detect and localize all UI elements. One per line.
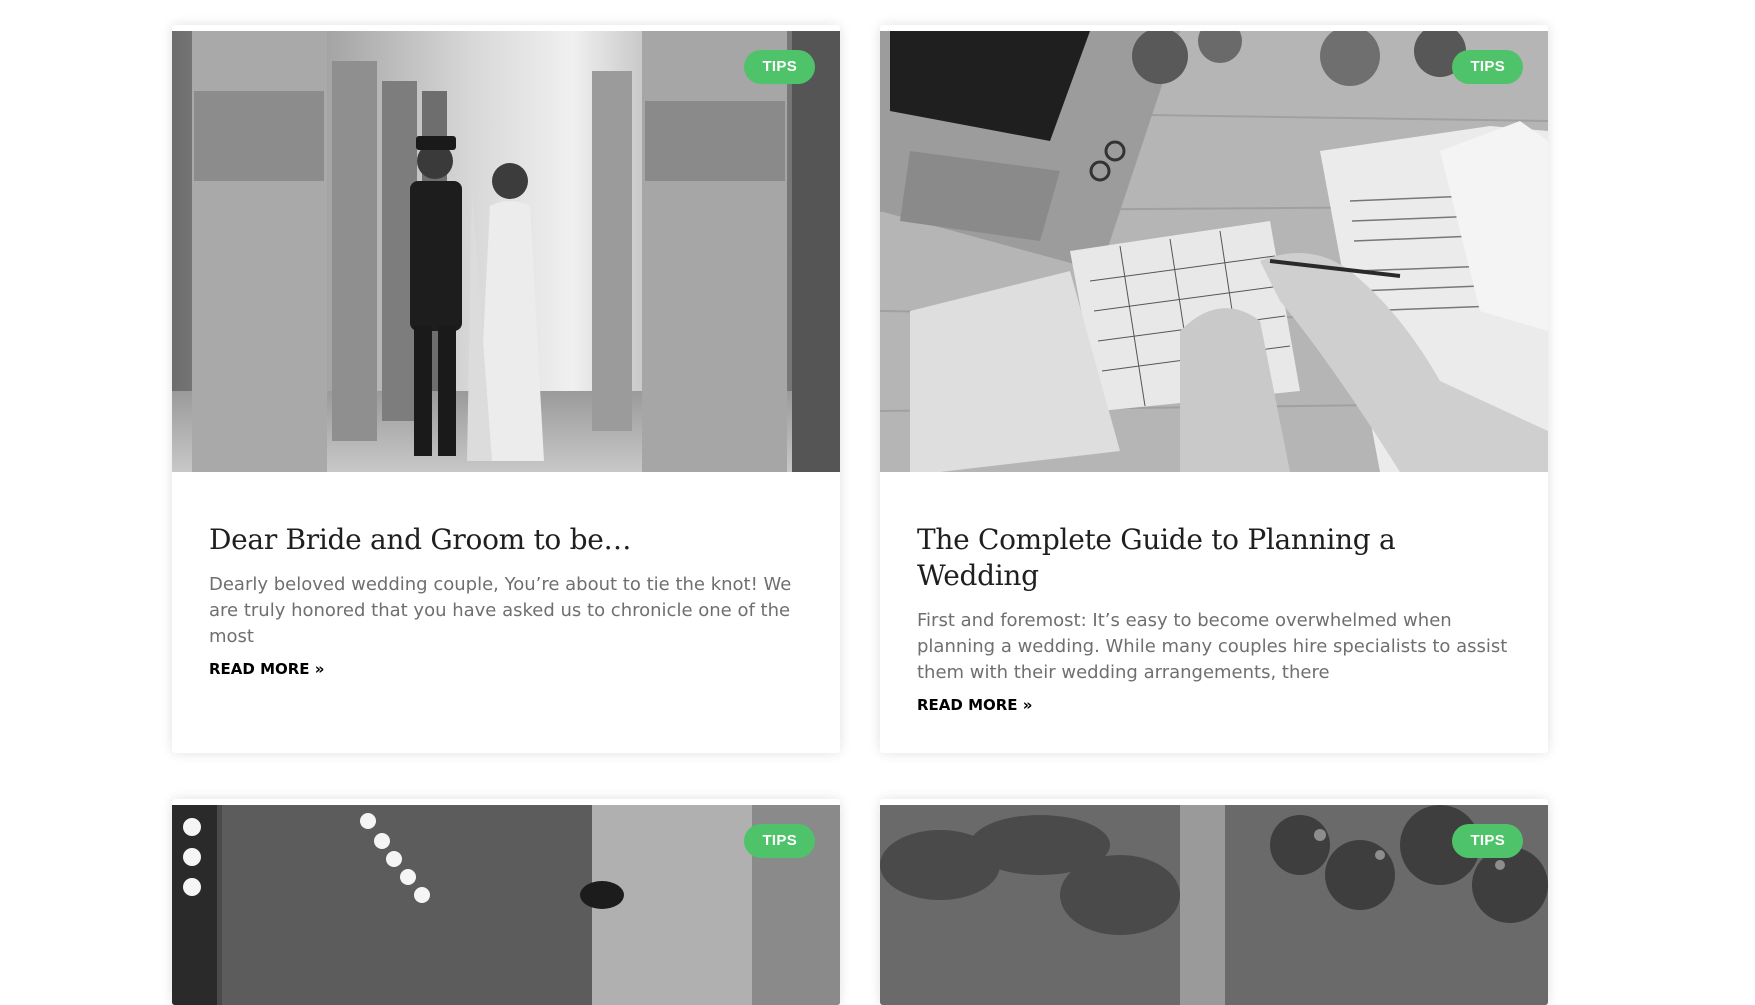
post-card: TIPS The Complete Guide to Planning a We… [880,25,1548,753]
post-content: The Complete Guide to Planning a Wedding… [880,472,1548,753]
category-badge[interactable]: TIPS [1452,50,1523,84]
post-thumbnail[interactable]: TIPS [880,805,1548,1005]
post-card: TIPS [172,799,840,1005]
post-excerpt: Dearly beloved wedding couple, You’re ab… [209,574,792,647]
garden-photo [880,805,1548,1005]
post-thumbnail[interactable]: TIPS [880,31,1548,472]
category-badge[interactable]: TIPS [744,50,815,84]
read-more-link[interactable]: READ MORE » [209,660,324,678]
category-badge[interactable]: TIPS [1452,824,1523,858]
post-card: TIPS Dear Bride and Groom to be… Dearly … [172,25,840,753]
makeup-room-photo [172,805,840,1005]
bride-and-groom-photo [172,31,840,472]
post-content: Dear Bride and Groom to be… Dearly belov… [172,472,840,739]
category-badge[interactable]: TIPS [744,824,815,858]
posts-grid: TIPS Dear Bride and Groom to be… Dearly … [172,25,1548,1005]
post-excerpt: First and foremost: It’s easy to become … [917,610,1508,683]
post-title[interactable]: Dear Bride and Groom to be… [209,522,803,558]
post-thumbnail[interactable]: TIPS [172,31,840,472]
wedding-planning-photo [880,31,1548,472]
read-more-link[interactable]: READ MORE » [917,696,1032,714]
post-card: TIPS [880,799,1548,1005]
post-thumbnail[interactable]: TIPS [172,805,840,1005]
post-title[interactable]: The Complete Guide to Planning a Wedding [917,522,1511,594]
